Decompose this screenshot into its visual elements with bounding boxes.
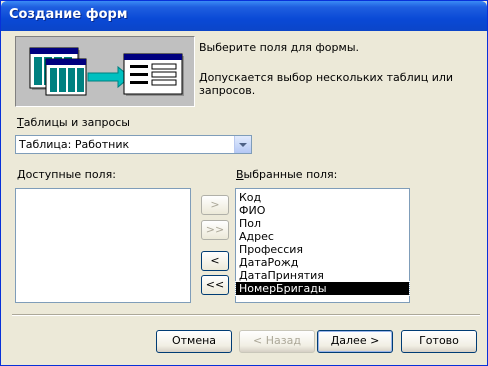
window-title: Создание форм — [9, 7, 128, 22]
list-item[interactable]: ДатаПринятия — [239, 269, 324, 282]
tables-label: Таблицы и запросы — [17, 116, 130, 129]
back-button[interactable]: < Назад — [239, 330, 315, 353]
list-item[interactable]: Пол — [239, 217, 261, 230]
selected-fields-list[interactable]: Код ФИО Пол Адрес Профессия ДатаРожд Дат… — [235, 188, 410, 303]
tables-combobox-value: Таблица: Работник — [19, 138, 130, 151]
selected-fields-label: Выбранные поля: — [236, 168, 338, 181]
instruction-line-1: Выберите поля для формы. — [199, 41, 359, 54]
available-fields-list[interactable] — [15, 188, 191, 303]
chevron-down-icon[interactable] — [234, 136, 251, 153]
remove-field-button[interactable]: < — [201, 251, 229, 271]
instruction-line-2: Допускается выбор нескольких таблиц или … — [199, 71, 454, 97]
available-fields-label: Доступные поля: — [17, 168, 116, 181]
wizard-client-area: Выберите поля для формы. Допускается выб… — [4, 31, 484, 362]
wizard-illustration — [15, 36, 195, 107]
list-item-selected[interactable]: НомерБригады — [235, 281, 410, 296]
form-wizard-window: Создание форм Выберите поля для формы. Д… — [0, 0, 488, 366]
finish-button[interactable]: Готово — [401, 330, 477, 353]
add-field-button[interactable]: > — [201, 195, 229, 215]
remove-all-fields-button[interactable]: << — [201, 275, 229, 295]
cancel-button[interactable]: Отмена — [156, 330, 232, 353]
tables-combobox[interactable]: Таблица: Работник — [15, 135, 252, 154]
title-bar[interactable]: Создание форм — [1, 1, 487, 31]
footer-divider — [12, 314, 480, 316]
list-item[interactable]: Код — [239, 191, 261, 204]
list-item[interactable]: Профессия — [239, 243, 303, 256]
form-preview-icon — [29, 47, 184, 96]
list-item[interactable]: ФИО — [239, 204, 265, 217]
list-item[interactable]: ДатаРожд — [239, 256, 298, 269]
add-all-fields-button[interactable]: >> — [201, 220, 229, 240]
next-button[interactable]: Далее > — [317, 330, 393, 353]
list-item[interactable]: Адрес — [239, 230, 274, 243]
